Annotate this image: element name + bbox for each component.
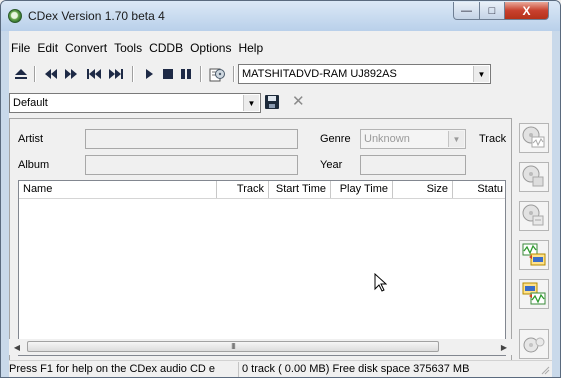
wav-to-mp3-icon (520, 243, 548, 272)
artist-field[interactable] (85, 129, 298, 149)
cd-info-icon[interactable] (208, 65, 226, 83)
column-track[interactable]: Track (217, 181, 269, 198)
scroll-left-icon[interactable]: ◀ (9, 339, 25, 355)
status-bar: Press F1 for help on the CDex audio CD e… (9, 360, 552, 377)
cd-to-mp3-button[interactable] (519, 162, 549, 192)
cdex-app-icon[interactable] (8, 9, 22, 23)
album-label: Album (18, 159, 50, 171)
stop-icon[interactable] (161, 65, 175, 83)
year-field[interactable] (360, 155, 466, 175)
status-info-text: 0 track ( 0.00 MB) Free disk space 37563… (242, 363, 470, 375)
album-field[interactable] (85, 155, 298, 175)
cd-to-wav-button[interactable] (519, 123, 549, 153)
cd-copy-button[interactable] (519, 201, 549, 231)
menu-convert[interactable]: Convert (63, 39, 112, 57)
menu-bar: File Edit Convert Tools CDDB Options Hel… (9, 39, 268, 57)
record-button[interactable] (519, 329, 549, 359)
client-area: File Edit Convert Tools CDDB Options Hel… (9, 31, 552, 377)
artist-label: Artist (18, 133, 44, 145)
track-list[interactable]: Name Track Start Time Play Time Size Sta… (18, 180, 506, 356)
menu-options[interactable]: Options (188, 39, 236, 57)
column-start-time[interactable]: Start Time (269, 181, 331, 198)
menu-file[interactable]: File (9, 39, 35, 57)
toolbar-separator (34, 66, 36, 82)
main-window: CDex Version 1.70 beta 4 — □ X File Edit… (0, 0, 561, 378)
save-icon[interactable] (265, 95, 279, 109)
profile-value: Default (13, 97, 48, 109)
menu-edit[interactable]: Edit (35, 39, 63, 57)
menu-cddb[interactable]: CDDB (147, 39, 188, 57)
toolbar-separator (132, 66, 134, 82)
previous-track-icon[interactable] (85, 65, 103, 83)
cd-to-mp3-icon (520, 165, 548, 194)
fast-forward-icon[interactable] (63, 65, 79, 83)
next-track-icon[interactable] (107, 65, 125, 83)
cd-copy-icon (520, 204, 548, 233)
profile-select[interactable]: Default ▼ (9, 93, 261, 113)
menu-tools[interactable]: Tools (112, 39, 147, 57)
scrollbar-thumb[interactable]: III (27, 341, 439, 352)
title-bar[interactable]: CDex Version 1.70 beta 4 — □ X (1, 1, 560, 31)
eject-icon[interactable] (13, 65, 29, 83)
delete-icon[interactable]: ✕ (292, 92, 305, 110)
mp3-to-wav-button[interactable] (519, 279, 549, 309)
main-hscrollbar[interactable]: ◀ III ▶ (9, 339, 512, 355)
scroll-right-icon[interactable]: ▶ (496, 339, 512, 355)
wav-to-mp3-button[interactable] (519, 240, 549, 270)
track-label: Track (479, 133, 507, 145)
resize-grip-icon[interactable] (540, 365, 550, 375)
genre-value: Unknown (364, 133, 410, 145)
cd-info-panel: Artist Genre Unknown ▼ Track Album Year … (9, 118, 512, 363)
column-name[interactable]: Name (19, 181, 217, 198)
toolbar-separator (233, 66, 235, 82)
column-status[interactable]: Statu (453, 181, 505, 198)
close-button[interactable]: X (504, 2, 549, 20)
minimize-button[interactable]: — (453, 2, 480, 20)
mouse-pointer-icon (374, 272, 388, 295)
window-title: CDex Version 1.70 beta 4 (28, 9, 165, 23)
track-list-header: Name Track Start Time Play Time Size Sta… (19, 181, 505, 199)
drive-value: MATSHITADVD-RAM UJ892AS (242, 68, 397, 80)
mp3-to-wav-icon (520, 282, 548, 311)
drive-select[interactable]: MATSHITADVD-RAM UJ892AS ▼ (238, 64, 491, 84)
column-play-time[interactable]: Play Time (331, 181, 393, 198)
rewind-icon[interactable] (43, 65, 59, 83)
maximize-button[interactable]: □ (479, 2, 505, 20)
play-icon[interactable] (143, 65, 155, 83)
genre-select[interactable]: Unknown ▼ (360, 129, 466, 149)
pause-icon[interactable] (179, 65, 193, 83)
toolbar: MATSHITADVD-RAM UJ892AS ▼ (9, 61, 552, 87)
chevron-down-icon[interactable]: ▼ (473, 66, 489, 82)
menu-help[interactable]: Help (236, 39, 268, 57)
column-size[interactable]: Size (393, 181, 453, 198)
toolbar-separator (200, 66, 202, 82)
chevron-down-icon[interactable]: ▼ (243, 95, 259, 111)
status-help-text: Press F1 for help on the CDex audio CD e (9, 362, 239, 377)
genre-label: Genre (320, 133, 351, 145)
chevron-down-icon[interactable]: ▼ (448, 131, 464, 147)
cd-to-wav-icon (520, 126, 548, 155)
year-label: Year (320, 159, 343, 171)
